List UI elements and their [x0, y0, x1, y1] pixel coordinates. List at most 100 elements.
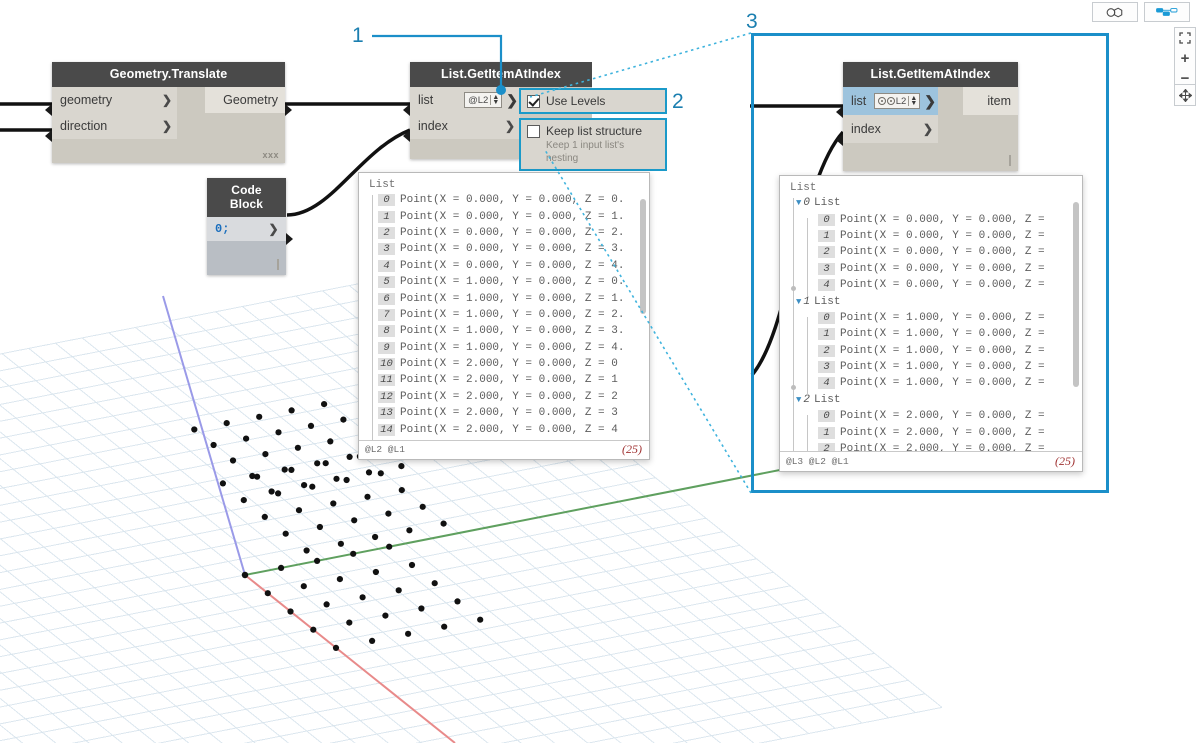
- preview-row[interactable]: 11 Point(X = 2.000, Y = 0.000, Z = 1: [367, 372, 649, 388]
- preview-row[interactable]: 3 Point(X = 1.000, Y = 0.000, Z =: [788, 359, 1082, 375]
- tree-collapse-dot[interactable]: [791, 384, 796, 390]
- node-resize-grip[interactable]: xxx: [262, 150, 279, 160]
- preview-group-header[interactable]: ▼ 1 List: [788, 293, 1082, 309]
- level-spinner-icon[interactable]: ▲ ▼: [908, 95, 917, 107]
- preview-scroll-area[interactable]: List ▼ 0 List 0 Point(X = 0.000, Y = 0.000, …: [780, 176, 1082, 452]
- preview-row[interactable]: 3 Point(X = 0.000, Y = 0.000, Z = 3.: [367, 241, 649, 257]
- geometry-view-icon[interactable]: [1104, 3, 1126, 21]
- port-row-list[interactable]: list L2 ▲ ▼ ❯ item: [843, 87, 1018, 115]
- preview-row[interactable]: 10 Point(X = 2.000, Y = 0.000, Z = 0: [367, 356, 649, 372]
- input-plug-index[interactable]: [836, 134, 843, 146]
- preview-row[interactable]: 9 Point(X = 1.000, Y = 0.000, Z = 4.: [367, 340, 649, 356]
- geometry-point: [327, 438, 334, 445]
- preview-row[interactable]: 4 Point(X = 0.000, Y = 0.000, Z =: [788, 277, 1082, 293]
- preview-row[interactable]: 2 Point(X = 0.000, Y = 0.000, Z =: [788, 244, 1082, 260]
- geometry-point: [441, 623, 448, 630]
- preview-row[interactable]: 2 Point(X = 1.000, Y = 0.000, Z =: [788, 343, 1082, 359]
- preview-row[interactable]: 0 Point(X = 2.000, Y = 0.000, Z =: [788, 408, 1082, 424]
- geometry-point: [275, 490, 282, 497]
- preview-row[interactable]: 6 Point(X = 1.000, Y = 0.000, Z = 1.: [367, 290, 649, 306]
- preview-row[interactable]: 4 Point(X = 1.000, Y = 0.000, Z =: [788, 375, 1082, 391]
- preview-row[interactable]: 1 Point(X = 2.000, Y = 0.000, Z =: [788, 424, 1082, 440]
- level-badge-list[interactable]: L2 ▲ ▼: [873, 93, 921, 109]
- zoom-in-button[interactable]: +: [1175, 48, 1195, 68]
- preview-row[interactable]: 15Point(X = 3.000, Y = 0.000, Z = 0: [367, 438, 649, 440]
- level-badge-list[interactable]: @L2 ▲ ▼: [464, 92, 503, 108]
- preview-group-header[interactable]: ▼ 0 List: [788, 195, 1082, 211]
- use-levels-checkbox[interactable]: [527, 95, 540, 108]
- preview-row[interactable]: 2 Point(X = 0.000, Y = 0.000, Z = 2.: [367, 225, 649, 241]
- preview-row-index: 3: [818, 262, 835, 275]
- port-label-index: index: [851, 122, 881, 136]
- preview-row-index: 8: [378, 325, 395, 338]
- geometry-point: [395, 587, 402, 594]
- preview-row-value: Point(X = 0.000, Y = 0.000, Z = 1.: [400, 210, 625, 223]
- preview-row[interactable]: 7 Point(X = 1.000, Y = 0.000, Z = 2.: [367, 307, 649, 323]
- preview-row-index: 4: [818, 377, 835, 390]
- geometry-point: [377, 470, 384, 477]
- chevron-down-icon[interactable]: ▼: [796, 395, 801, 405]
- preview-row[interactable]: 1 Point(X = 1.000, Y = 0.000, Z =: [788, 326, 1082, 342]
- output-plug-geometry[interactable]: [285, 104, 292, 116]
- preview-row[interactable]: 13 Point(X = 2.000, Y = 0.000, Z = 3: [367, 405, 649, 421]
- node-code-block[interactable]: Code Block 0; ❯: [207, 178, 293, 275]
- preview-levels-label: @L2 @L1: [365, 444, 405, 456]
- node-list-getitematindex-detail[interactable]: List.GetItemAtIndex list L2 ▲ ▼ ❯ item i…: [836, 62, 1018, 171]
- preview-row-value: Point(X = 1.000, Y = 0.000, Z = 1.: [400, 292, 625, 305]
- keep-structure-checkbox[interactable]: [527, 125, 540, 138]
- input-plug-list[interactable]: [403, 104, 410, 116]
- node-resize-grip[interactable]: [277, 259, 279, 270]
- zoom-to-fit-icon[interactable]: [1175, 28, 1195, 48]
- preview-row[interactable]: 8 Point(X = 1.000, Y = 0.000, Z = 3.: [367, 323, 649, 339]
- geometry-point: [359, 594, 366, 601]
- input-plug-direction[interactable]: [45, 130, 52, 142]
- keep-structure-option[interactable]: Keep list structure Keep 1 input list's …: [519, 118, 667, 171]
- preview-row[interactable]: 0 Point(X = 0.000, Y = 0.000, Z =: [788, 211, 1082, 227]
- preview-group-header[interactable]: ▼ 2 List: [788, 392, 1082, 408]
- preview-row[interactable]: 1 Point(X = 0.000, Y = 0.000, Z = 1.: [367, 208, 649, 224]
- chevron-down-icon[interactable]: ▼: [796, 297, 801, 307]
- node-geometry-translate[interactable]: Geometry.Translate geometry ❯ Geometry d…: [45, 62, 292, 163]
- geometry-point: [262, 451, 269, 458]
- list-preview-main[interactable]: List 0 Point(X = 0.000, Y = 0.000, Z = 0.…: [358, 172, 650, 460]
- port-row-geometry[interactable]: geometry ❯ Geometry: [52, 87, 285, 113]
- node-resize-grip[interactable]: [1009, 155, 1011, 166]
- preview-row[interactable]: 12 Point(X = 2.000, Y = 0.000, Z = 2: [367, 389, 649, 405]
- geometry-point: [268, 488, 275, 495]
- output-plug-code[interactable]: [286, 233, 293, 245]
- pan-icon[interactable]: [1175, 86, 1195, 104]
- level-spinner-icon[interactable]: ▲ ▼: [490, 94, 499, 106]
- preview-row[interactable]: 2 Point(X = 2.000, Y = 0.000, Z =: [788, 441, 1082, 452]
- preview-scrollbar[interactable]: [640, 199, 646, 314]
- chevron-down-icon[interactable]: ▼: [796, 198, 801, 208]
- preview-row-value: Point(X = 0.000, Y = 0.000, Z =: [840, 279, 1045, 292]
- preview-row-index: 13: [378, 407, 395, 420]
- input-plug-list[interactable]: [836, 106, 843, 118]
- geometry-point: [337, 540, 344, 547]
- port-row-direction[interactable]: direction ❯: [52, 113, 285, 139]
- use-levels-option[interactable]: Use Levels: [519, 88, 667, 114]
- preview-row[interactable]: 3 Point(X = 0.000, Y = 0.000, Z =: [788, 261, 1082, 277]
- use-levels-flyout[interactable]: Use Levels Keep list structure Keep 1 in…: [519, 88, 667, 171]
- port-row-index[interactable]: index ❯: [843, 115, 1018, 143]
- list-preview-detail[interactable]: List ▼ 0 List 0 Point(X = 0.000, Y = 0.000, …: [779, 175, 1083, 472]
- preview-row-index: 2: [378, 226, 395, 239]
- code-block-text[interactable]: 0;: [215, 222, 229, 236]
- preview-scroll-area[interactable]: List 0 Point(X = 0.000, Y = 0.000, Z = 0.…: [359, 173, 649, 440]
- graph-view-icon[interactable]: [1156, 3, 1178, 21]
- preview-row[interactable]: 0 Point(X = 1.000, Y = 0.000, Z =: [788, 310, 1082, 326]
- preview-row[interactable]: 4 Point(X = 0.000, Y = 0.000, Z = 4.: [367, 258, 649, 274]
- preview-footer: @L2 @L1 (25): [359, 439, 649, 459]
- preview-row-index: 5: [378, 276, 395, 289]
- code-row[interactable]: 0; ❯: [207, 217, 286, 241]
- preview-row-value: Point(X = 1.000, Y = 0.000, Z =: [840, 344, 1045, 357]
- preview-row[interactable]: 5 Point(X = 1.000, Y = 0.000, Z = 0.: [367, 274, 649, 290]
- preview-scrollbar[interactable]: [1073, 202, 1079, 387]
- input-plug-index[interactable]: [403, 130, 410, 142]
- input-plug-geometry[interactable]: [45, 104, 52, 116]
- use-levels-label: Use Levels: [546, 94, 606, 108]
- preview-row[interactable]: 0 Point(X = 0.000, Y = 0.000, Z = 0.: [367, 192, 649, 208]
- preview-row[interactable]: 1 Point(X = 0.000, Y = 0.000, Z =: [788, 228, 1082, 244]
- node-list-getitematindex-main[interactable]: List.GetItemAtIndex list @L2 ▲▼ ❯ index: [403, 62, 592, 159]
- preview-row[interactable]: 14 Point(X = 2.000, Y = 0.000, Z = 4: [367, 421, 649, 437]
